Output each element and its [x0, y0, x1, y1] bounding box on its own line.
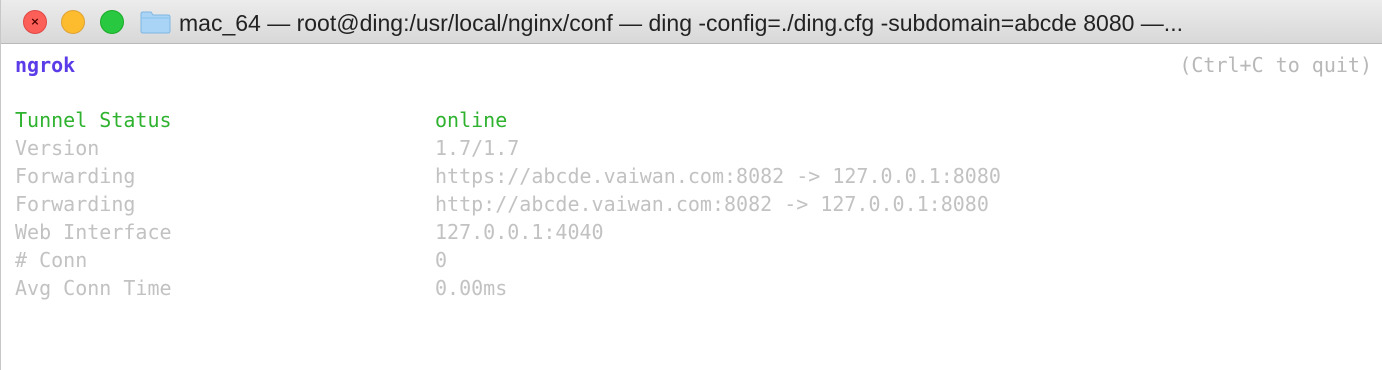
terminal-window: × mac_64 — root@ding:/usr/local/nginx/co… — [0, 0, 1382, 370]
avg-conn-time-label: Avg Conn Time — [15, 276, 172, 300]
web-interface-label: Web Interface — [15, 220, 172, 244]
status-label: Tunnel Status — [15, 108, 172, 132]
forwarding-http-value: http://abcde.vaiwan.com:8082 -> 127.0.0.… — [435, 192, 989, 216]
version-label: Version — [15, 136, 100, 160]
status-value: online — [435, 108, 508, 132]
window-title: mac_64 — root@ding:/usr/local/nginx/conf… — [179, 10, 1183, 36]
forwarding-https-label: Forwarding — [15, 164, 136, 188]
forwarding-https-value: https://abcde.vaiwan.com:8082 -> 127.0.0… — [435, 164, 1001, 188]
avg-conn-time-value: 0.00ms — [435, 276, 508, 300]
forwarding-http-label: Forwarding — [15, 192, 136, 216]
folder-icon — [140, 11, 171, 34]
app-name: ngrok — [15, 53, 76, 77]
title-bar[interactable]: × mac_64 — root@ding:/usr/local/nginx/co… — [1, 0, 1382, 44]
close-icon: × — [30, 15, 40, 28]
conn-count-label: # Conn — [15, 248, 88, 272]
version-value: 1.7/1.7 — [435, 136, 520, 160]
close-button[interactable]: × — [23, 10, 47, 34]
conn-count-value: 0 — [435, 248, 448, 272]
maximize-button[interactable] — [100, 10, 124, 34]
quit-hint: (Ctrl+C to quit) — [1179, 53, 1372, 77]
minimize-button[interactable] — [61, 10, 85, 34]
web-interface-value: 127.0.0.1:4040 — [435, 220, 604, 244]
